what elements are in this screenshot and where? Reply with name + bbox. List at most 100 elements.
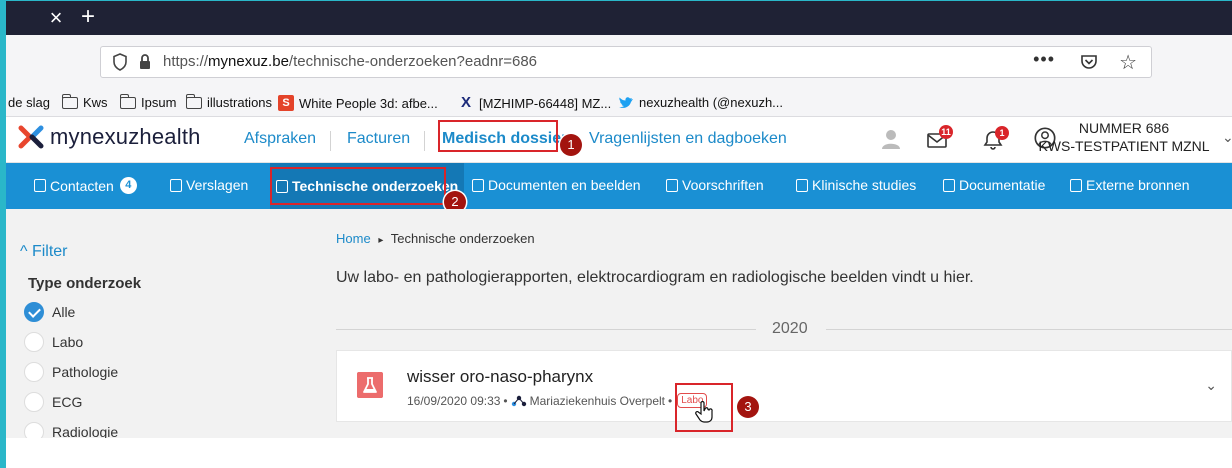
- card-hospital: Mariaziekenhuis Overpelt: [529, 393, 666, 408]
- tab-count-badge: 4: [119, 177, 137, 194]
- bookmark-item[interactable]: S White People 3d: afbe...: [278, 95, 438, 111]
- breadcrumb-separator: ▸: [378, 235, 384, 246]
- result-card[interactable]: wisser oro-naso-pharynx 16/09/2020 09:33…: [336, 350, 1232, 423]
- card-meta: 16/09/2020 09:33 • Mariaziekenhuis Overp…: [407, 393, 708, 408]
- bookmark-label: [MZHIMP-66448] MZ...: [479, 95, 612, 111]
- year-heading: 2020: [772, 320, 808, 337]
- document-icon: [943, 178, 955, 192]
- tab-documentatie[interactable]: Documentatie: [943, 177, 1045, 193]
- site-header: mynexuzhealth Afspraken Facturen Medisch…: [6, 117, 1232, 163]
- radio-labo[interactable]: [24, 332, 44, 352]
- bookmark-item[interactable]: Kws: [61, 93, 108, 110]
- lock-icon[interactable]: [137, 53, 155, 71]
- tracking-shield-icon[interactable]: [111, 53, 129, 71]
- folder-icon: [61, 93, 78, 109]
- folder-open-icon: [472, 178, 484, 192]
- pocket-icon[interactable]: [1079, 52, 1099, 72]
- divider: [336, 329, 756, 330]
- browser-toolbar: https://mynexuz.be/technische-onderzoeke…: [6, 35, 1232, 89]
- bookmark-star-icon[interactable]: ☆: [1119, 50, 1137, 75]
- filter-title: Type onderzoek: [28, 275, 142, 292]
- highlight-box: [438, 120, 558, 152]
- user-number: NUMMER 686: [1078, 120, 1170, 136]
- url-text[interactable]: https://mynexuz.be/technische-onderzoeke…: [163, 53, 537, 70]
- tab-label: Verslagen: [186, 177, 249, 193]
- mail-badge: 11: [939, 125, 953, 139]
- breadcrumb-current: Technische onderzoeken: [390, 231, 535, 246]
- tab-verslagen[interactable]: Verslagen: [170, 177, 248, 193]
- radio-label: Alle: [52, 304, 76, 320]
- nav-facturen[interactable]: Facturen: [347, 130, 410, 148]
- radio-label: Labo: [52, 334, 84, 350]
- breadcrumb: Home ▸ Technische onderzoeken: [336, 231, 535, 246]
- step-marker: 1: [560, 134, 582, 156]
- nav-vragenlijsten[interactable]: Vragenlijsten en dagboeken: [589, 130, 787, 148]
- prescription-icon: [666, 178, 678, 192]
- url-path: /technische-onderzoeken?eadnr=686: [288, 53, 538, 70]
- messages-button[interactable]: 11: [926, 125, 953, 151]
- bookmark-label: illustrations: [207, 95, 273, 110]
- radio-label: Pathologie: [52, 364, 119, 380]
- person-icon[interactable]: [878, 127, 904, 151]
- page-intro: Uw labo- en pathologierapporten, elektro…: [336, 269, 974, 286]
- tab-label: Externe bronnen: [1086, 177, 1190, 193]
- bookmark-item[interactable]: Ipsum: [119, 93, 177, 110]
- breadcrumb-home[interactable]: Home: [336, 231, 371, 246]
- card-title: wisser oro-naso-pharynx: [407, 367, 594, 386]
- lab-flask-icon: [357, 372, 383, 398]
- browser-tab-strip: × +: [6, 1, 1232, 35]
- meta-dot: •: [503, 393, 508, 408]
- url-host: mynexuz.be: [208, 53, 289, 70]
- divider: [826, 329, 1232, 330]
- step-marker: 3: [737, 396, 759, 418]
- external-link-icon: [1070, 178, 1082, 192]
- bell-badge: 1: [995, 126, 1009, 140]
- bookmark-label: Kws: [83, 95, 108, 110]
- tab-label: Contacten: [50, 177, 114, 194]
- tab-documenten-en-beelden[interactable]: Documenten en beelden: [472, 177, 641, 193]
- tab-label: Documentatie: [959, 177, 1046, 193]
- url-prefix: https://: [163, 53, 209, 70]
- tab-label: Voorschriften: [682, 177, 764, 193]
- bookmark-item[interactable]: nexuzhealth (@nexuzh...: [618, 95, 783, 110]
- tab-contacten[interactable]: Contacten 4: [34, 177, 137, 194]
- tab-label: Documenten en beelden: [488, 177, 641, 193]
- tab-voorschriften[interactable]: Voorschriften: [666, 177, 764, 193]
- logo-text: mynexuzhealth: [50, 124, 201, 149]
- close-tab-icon[interactable]: ×: [42, 5, 70, 31]
- tab-klinische-studies[interactable]: Klinische studies: [796, 177, 916, 193]
- filter-toggle[interactable]: ^ Filter: [20, 243, 68, 261]
- user-info[interactable]: NUMMER 686 KWS-TESTPATIENT MZNL: [1036, 119, 1212, 155]
- bookmark-label: de slag: [8, 95, 50, 110]
- radio-ecg[interactable]: [24, 392, 44, 412]
- nexuzhealth-logo-icon: [18, 125, 44, 149]
- radio-pathologie[interactable]: [24, 362, 44, 382]
- highlight-box: [270, 167, 446, 205]
- main-content: ^ Filter Type onderzoek Alle Labo Pathol…: [6, 209, 1232, 468]
- url-bar[interactable]: https://mynexuz.be/technische-onderzoeke…: [100, 46, 1152, 78]
- bookmark-label: White People 3d: afbe...: [299, 95, 438, 111]
- site-logo[interactable]: mynexuzhealth: [18, 124, 201, 150]
- bookmark-item[interactable]: de slag: [8, 95, 50, 110]
- bookmarks-bar: de slag Kws Ipsum illustrations S White P…: [6, 89, 1232, 117]
- page-footer-area: [6, 438, 1232, 468]
- bookmark-item[interactable]: X [MZHIMP-66448] MZ...: [458, 95, 611, 111]
- calendar-check-icon: [34, 179, 46, 192]
- tab-externe-bronnen[interactable]: Externe bronnen: [1070, 177, 1190, 193]
- notifications-button[interactable]: 1: [980, 126, 1009, 151]
- chevron-down-icon[interactable]: ⌄: [1222, 129, 1232, 146]
- page-actions-icon[interactable]: •••: [1033, 49, 1055, 70]
- twitter-bird-icon: [618, 96, 634, 110]
- meta-dot: •: [668, 393, 673, 408]
- new-tab-icon[interactable]: +: [76, 3, 100, 31]
- radio-alle[interactable]: [24, 302, 44, 322]
- nav-afspraken[interactable]: Afspraken: [244, 130, 316, 148]
- study-icon: [796, 178, 808, 192]
- chevron-down-icon[interactable]: ⌄: [1205, 377, 1217, 394]
- nav-divider: [424, 131, 425, 151]
- red-app-icon: S: [278, 95, 294, 111]
- bookmark-label: Ipsum: [141, 95, 177, 110]
- bookmark-item[interactable]: illustrations: [185, 93, 273, 110]
- dossier-tab-bar: Contacten 4 Verslagen Technische onderzoe…: [6, 163, 1232, 213]
- user-name: KWS-TESTPATIENT MZNL: [1038, 138, 1210, 154]
